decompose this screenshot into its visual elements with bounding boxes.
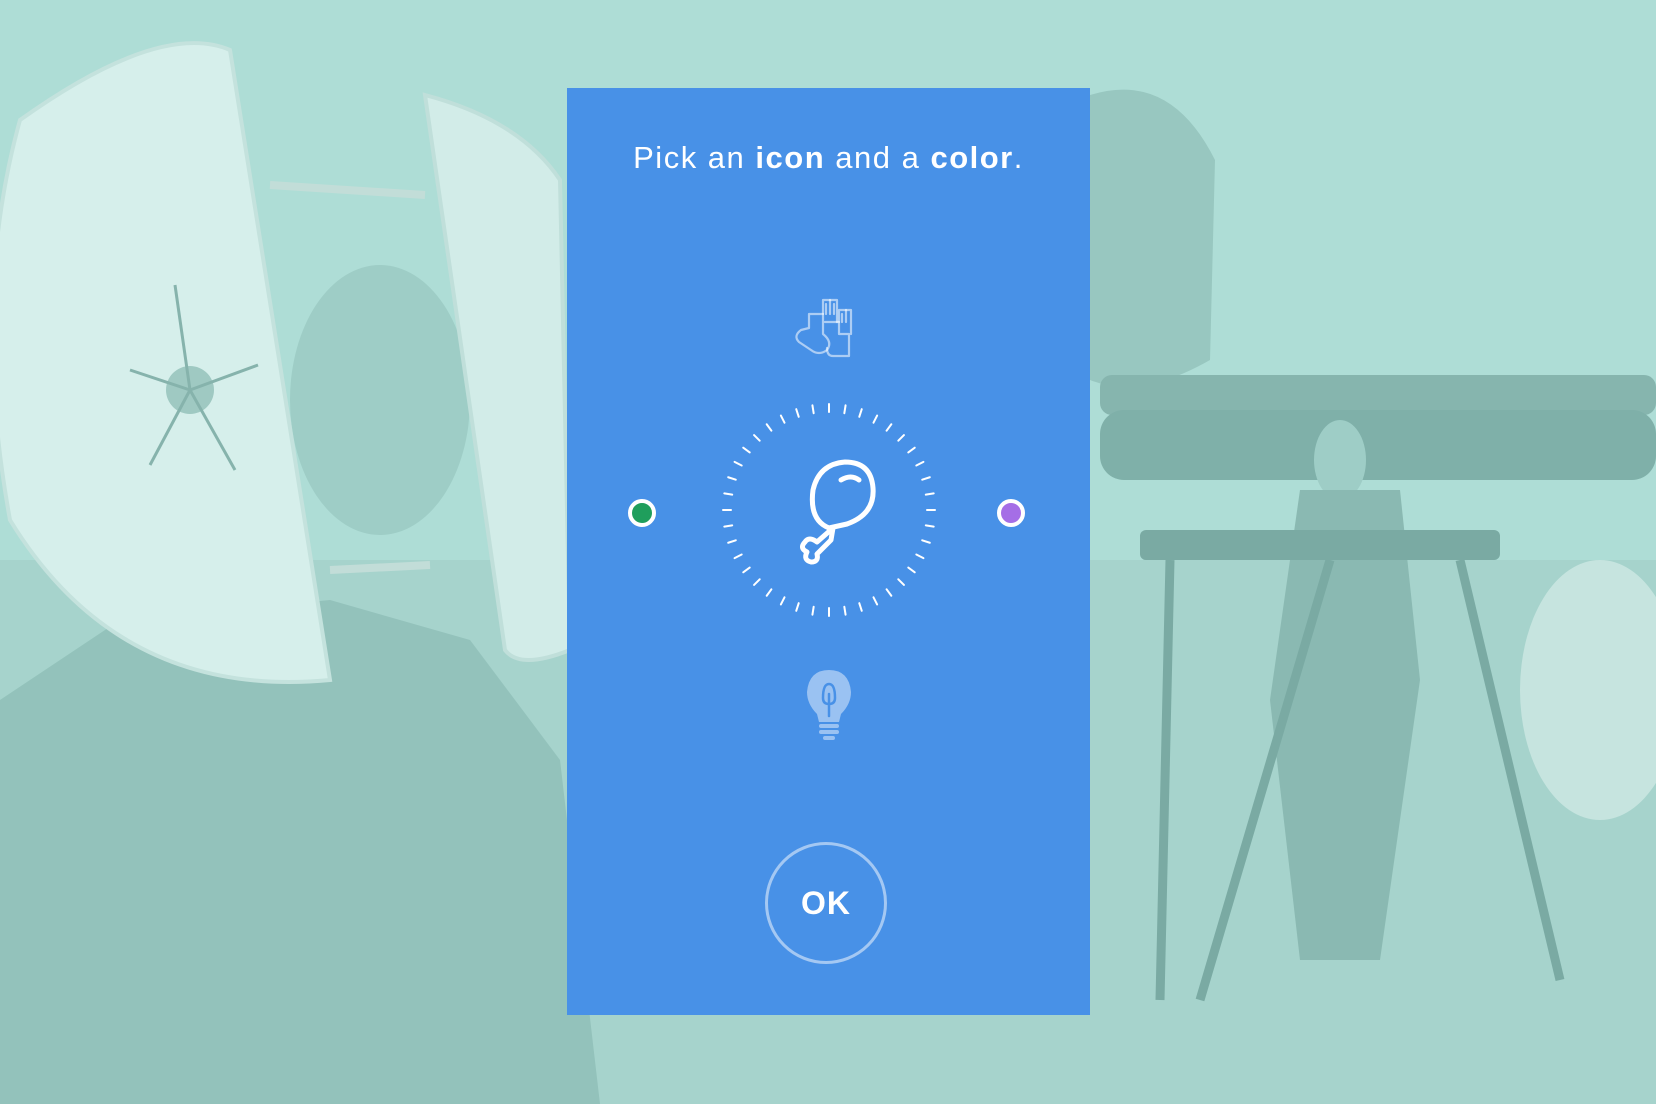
dial-tick [907, 446, 916, 454]
dial-tick [915, 460, 925, 467]
dial-tick [872, 596, 879, 606]
dial-tick [733, 460, 743, 467]
dial-tick [723, 524, 734, 528]
dial-tick [843, 605, 847, 616]
prompt-heading: Pick an icon and a color. [567, 140, 1090, 176]
icon-color-picker-panel: Pick an icon and a color. OK [567, 88, 1090, 1015]
dial-tick [858, 602, 863, 612]
dial-tick [885, 423, 893, 432]
dial-tick [858, 408, 863, 418]
dial-tick [765, 588, 773, 597]
ok-button[interactable]: OK [765, 842, 887, 964]
dial-tick [897, 578, 905, 586]
prompt-keyword-color: color [930, 140, 1014, 175]
prompt-text-1: Pick an [633, 140, 756, 175]
dial-tick [765, 423, 773, 432]
dial-tick [921, 539, 931, 544]
dial-tick [872, 414, 879, 424]
dial-tick [915, 553, 925, 560]
dial-tick [843, 404, 847, 415]
color-option-green[interactable] [628, 499, 656, 527]
dial-tick [924, 524, 935, 528]
color-option-purple[interactable] [997, 499, 1025, 527]
prompt-text-3: . [1013, 140, 1024, 175]
socks-icon[interactable] [789, 288, 869, 368]
lightbulb-icon[interactable] [789, 664, 869, 744]
dial-tick [907, 566, 916, 574]
dial-tick [795, 602, 800, 612]
dial-tick [921, 476, 931, 481]
dial-tick [733, 553, 743, 560]
dial-tick [727, 539, 737, 544]
dial-tick [753, 578, 761, 586]
dial-tick [924, 492, 935, 496]
dial-tick [742, 446, 751, 454]
dial-tick [753, 434, 761, 442]
dial-tick [811, 404, 815, 415]
prompt-keyword-icon: icon [755, 140, 826, 175]
dial-tick [811, 605, 815, 616]
dial-tick [779, 596, 786, 606]
chicken-leg-icon[interactable] [769, 450, 889, 570]
dial-tick [727, 476, 737, 481]
dial-tick [897, 434, 905, 442]
prompt-text-2: and a [825, 140, 931, 175]
dial-tick [723, 492, 734, 496]
dial-tick [779, 414, 786, 424]
dial-tick [742, 566, 751, 574]
dial-tick [795, 408, 800, 418]
dial-tick [885, 588, 893, 597]
